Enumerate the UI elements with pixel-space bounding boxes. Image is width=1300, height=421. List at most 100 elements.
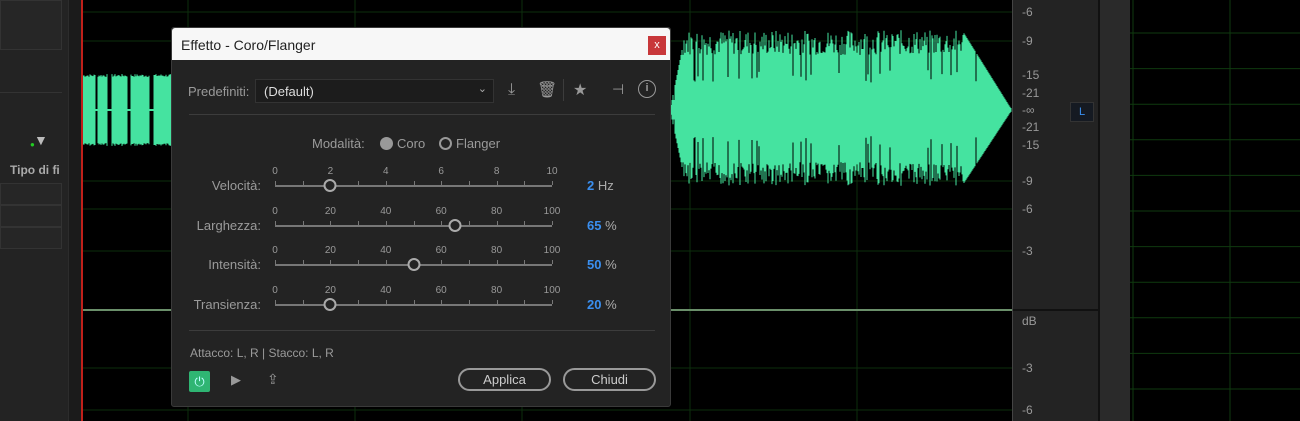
save-preset-icon[interactable]: ⤓ (508, 81, 515, 99)
slider-value[interactable]: 65 % (587, 218, 617, 233)
slider-tick (524, 299, 526, 304)
slider-tick (496, 260, 498, 264)
slider-tick (441, 299, 443, 304)
slider-tick (468, 181, 470, 185)
slider-tick (330, 220, 332, 225)
slider-label: Transienza: (193, 296, 261, 312)
slider-tick (496, 181, 498, 185)
tick-label: 20 (324, 284, 336, 296)
tick-label: 10 (546, 166, 558, 177)
tick-label: 6 (438, 166, 444, 177)
play-icon[interactable]: ▶ (231, 372, 241, 388)
close-button[interactable]: Chiudi (563, 368, 656, 391)
slider-track[interactable]: 0 20 40 60 80 100 (272, 285, 560, 311)
left-panel: ▼ ● Tipo di fi (0, 0, 68, 421)
mode-flanger-radio[interactable]: Flanger (439, 136, 500, 151)
db-label: -6 (1022, 202, 1033, 216)
tick-label: 2 (327, 166, 334, 177)
slider-label: Larghezza: (196, 217, 261, 233)
power-icon[interactable]: ⏻ (189, 371, 210, 392)
divider (1013, 309, 1099, 311)
slider-tick (330, 260, 332, 264)
spectral-grid (1130, 0, 1300, 421)
db-ruler: -6 -9 -15 -21 -∞ -21 -15 -9 -6 -3 dB L -3 -6 (1012, 0, 1099, 421)
db-label: -21 (1022, 120, 1040, 134)
slider-tick (468, 260, 470, 264)
db-label: -3 (1022, 361, 1033, 375)
slider-tick (385, 299, 387, 304)
db-label: -3 (1022, 244, 1033, 258)
slider-value[interactable]: 50 % (587, 257, 617, 272)
effect-dialog: Effetto - Coro/Flanger x Predefiniti: (D… (171, 27, 671, 407)
slider-label: Intensità: (208, 257, 261, 272)
slider-value[interactable]: 20 % (587, 297, 617, 312)
slider-tick (552, 220, 553, 225)
slider-tick (441, 260, 443, 264)
close-icon[interactable]: x (648, 36, 666, 55)
slider-tick (524, 181, 526, 185)
slider-track[interactable]: 0 20 40 60 80 100 (272, 206, 560, 232)
slider-value[interactable]: 2 Hz (587, 178, 614, 193)
export-icon[interactable]: ⇪ (267, 371, 279, 388)
tick-label: 8 (493, 166, 500, 177)
channel-routing[interactable]: Attacco: L, R | Stacco: L, R (190, 346, 334, 360)
panel-splitter[interactable] (68, 0, 82, 421)
preset-dropdown[interactable]: (Default) ⌄ (255, 79, 494, 103)
dialog-title: Effetto - Coro/Flanger (181, 37, 316, 53)
list-row[interactable] (0, 205, 62, 227)
slider-thumb[interactable] (448, 218, 462, 232)
db-label: -15 (1022, 68, 1040, 82)
trash-icon[interactable]: 🗑︎ (537, 80, 557, 100)
tick-label: 60 (435, 205, 447, 217)
slider-thumb[interactable] (323, 297, 337, 311)
slider-track[interactable]: 0 20 40 60 80 100 (272, 245, 560, 271)
scrollbar-column[interactable] (1098, 0, 1130, 421)
db-label: -21 (1022, 86, 1040, 100)
db-unit: dB (1022, 314, 1037, 328)
tick-label: 0 (272, 166, 278, 177)
star-icon[interactable]: ★ (573, 80, 587, 100)
list-row[interactable] (0, 227, 62, 249)
tick-label: 80 (491, 245, 503, 256)
slider-tick (302, 299, 304, 304)
playhead[interactable] (81, 0, 83, 421)
divider (563, 79, 564, 101)
filter-type-header[interactable]: Tipo di fi (10, 163, 60, 177)
slider-thumb[interactable] (407, 258, 420, 271)
mode-coro-radio[interactable]: Coro (380, 136, 425, 151)
tick-label: 60 (435, 284, 447, 296)
slider-tick (358, 260, 360, 264)
slider-tick (385, 260, 387, 264)
db-label: -∞ (1022, 103, 1035, 117)
slider-tick (413, 299, 415, 304)
list-row[interactable] (0, 183, 62, 205)
db-label: -6 (1022, 5, 1033, 19)
slider-tick (275, 181, 276, 185)
radio-empty-icon (439, 137, 452, 150)
slider-tick (468, 220, 470, 225)
tick-label: 20 (324, 245, 336, 256)
dialog-titlebar[interactable]: Effetto - Coro/Flanger x (172, 28, 670, 60)
filter-icon[interactable]: ▼ ● (30, 132, 48, 149)
slider-thumb[interactable] (323, 179, 337, 192)
slider-label: Velocità: (211, 178, 261, 193)
slider-tick (302, 260, 304, 264)
slider-tick (496, 220, 498, 225)
slider-tick (358, 299, 360, 304)
slider-track[interactable]: 0 2 4 6 8 10 (272, 166, 558, 192)
slider-tick (441, 220, 443, 225)
panel-box (0, 0, 62, 50)
slider-tick (358, 220, 360, 225)
preset-label: Predefiniti: (188, 84, 250, 99)
channel-l-button[interactable]: L (1070, 102, 1094, 122)
routing-icon[interactable]: ⊣ (612, 81, 624, 98)
divider (0, 92, 62, 93)
info-icon[interactable]: i (638, 80, 656, 98)
tick-label: 4 (383, 166, 389, 177)
apply-button[interactable]: Applica (458, 368, 551, 391)
chevron-down-icon: ⌄ (477, 83, 487, 95)
db-label: -9 (1022, 174, 1033, 188)
slider-tick (275, 220, 276, 225)
slider-tick (441, 181, 443, 185)
slider-tick (385, 220, 387, 225)
